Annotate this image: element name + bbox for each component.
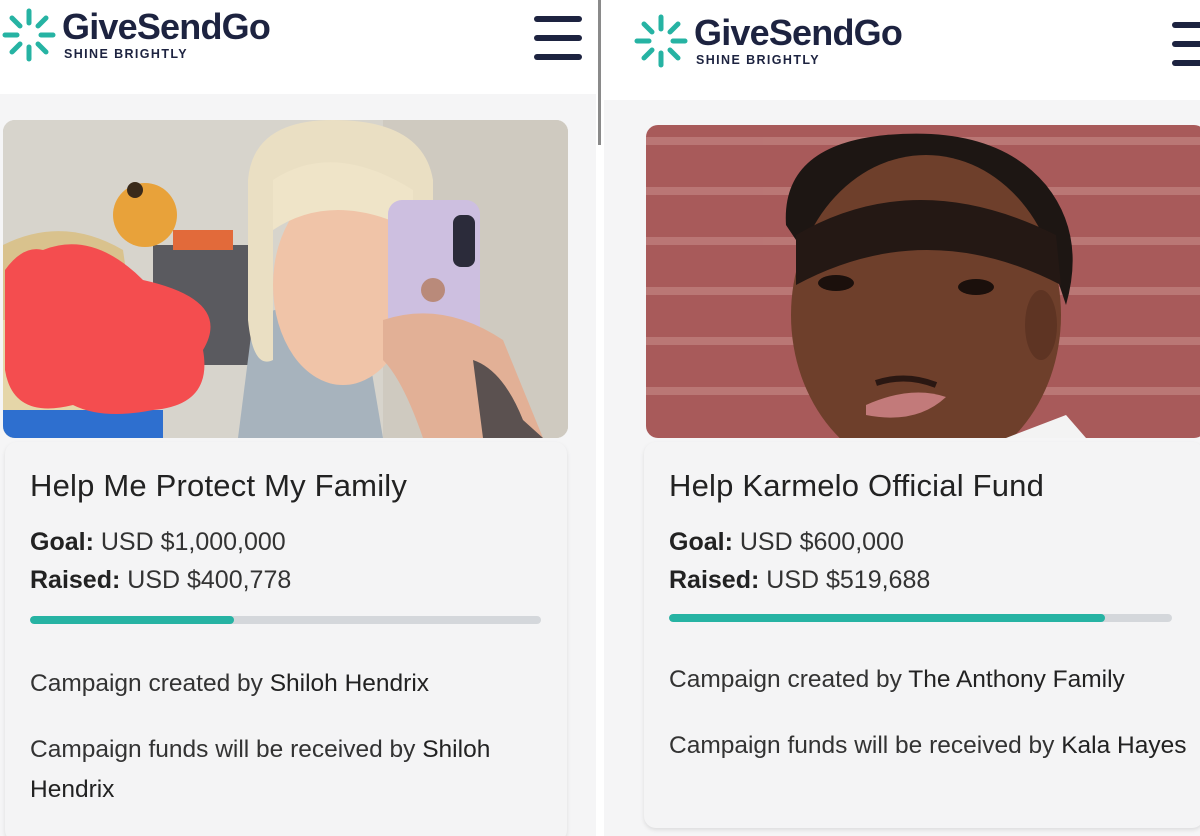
goal-label: Goal: bbox=[669, 528, 733, 556]
brand-name: GiveSendGo bbox=[62, 6, 271, 47]
raised-row: Raised: USD $519,688 bbox=[669, 566, 930, 595]
campaign-photo bbox=[3, 120, 568, 438]
screen-divider bbox=[596, 0, 604, 836]
scrollbar[interactable] bbox=[598, 0, 601, 145]
raised-row: Raised: USD $400,778 bbox=[30, 566, 291, 595]
goal-row: Goal: USD $600,000 bbox=[669, 528, 904, 557]
campaign-title[interactable]: Help Me Protect My Family bbox=[30, 468, 407, 504]
raised-label: Raised: bbox=[669, 566, 760, 594]
progress-fill bbox=[30, 616, 235, 624]
sparkle-logo-icon bbox=[2, 8, 56, 62]
creator-name: The Anthony Family bbox=[908, 666, 1125, 693]
raised-value: USD $400,778 bbox=[127, 566, 292, 594]
recipient-name: Kala Hayes bbox=[1061, 732, 1187, 759]
raised-value: USD $519,688 bbox=[766, 566, 931, 594]
site-header: GiveSendGo SHINE BRIGHTLY bbox=[604, 0, 1200, 100]
goal-row: Goal: USD $1,000,000 bbox=[30, 528, 286, 557]
creator-line: Campaign created by The Anthony Family bbox=[669, 660, 1189, 700]
creator-prefix: Campaign created by bbox=[30, 670, 263, 697]
progress-bar bbox=[669, 614, 1172, 622]
recipient-prefix: Campaign funds will be received by bbox=[30, 736, 416, 763]
goal-value: USD $600,000 bbox=[739, 528, 904, 556]
site-header: GiveSendGo SHINE BRIGHTLY bbox=[0, 0, 596, 94]
creator-line: Campaign created by Shiloh Hendrix bbox=[30, 664, 550, 704]
creator-prefix: Campaign created by bbox=[669, 666, 902, 693]
progress-bar bbox=[30, 616, 541, 624]
left-screen: GiveSendGo SHINE BRIGHTLY Help Me Protec… bbox=[0, 0, 596, 836]
recipient-prefix: Campaign funds will be received by bbox=[669, 732, 1055, 759]
recipient-line: Campaign funds will be received by Kala … bbox=[669, 726, 1189, 766]
goal-value: USD $1,000,000 bbox=[100, 528, 286, 556]
brand-name: GiveSendGo bbox=[694, 12, 903, 53]
hamburger-menu-icon[interactable] bbox=[1172, 22, 1200, 66]
hamburger-menu-icon[interactable] bbox=[534, 16, 582, 60]
creator-name: Shiloh Hendrix bbox=[269, 670, 430, 697]
right-screen: GiveSendGo SHINE BRIGHTLY Help Karmelo O… bbox=[604, 0, 1200, 836]
recipient-line: Campaign funds will be received by Shilo… bbox=[30, 730, 550, 810]
campaign-title[interactable]: Help Karmelo Official Fund bbox=[669, 468, 1044, 504]
progress-fill bbox=[669, 614, 1105, 622]
givesendgo-logo[interactable]: GiveSendGo SHINE BRIGHTLY bbox=[0, 6, 271, 64]
brand-tagline: SHINE BRIGHTLY bbox=[696, 53, 821, 67]
goal-label: Goal: bbox=[30, 528, 94, 556]
sparkle-logo-icon bbox=[634, 14, 688, 68]
campaign-photo bbox=[646, 125, 1200, 438]
givesendgo-logo[interactable]: GiveSendGo SHINE BRIGHTLY bbox=[632, 12, 903, 70]
campaign-card[interactable]: Help Karmelo Official Fund Goal: USD $60… bbox=[644, 442, 1200, 828]
campaign-card[interactable]: Help Me Protect My Family Goal: USD $1,0… bbox=[5, 442, 567, 836]
raised-label: Raised: bbox=[30, 566, 121, 594]
brand-tagline: SHINE BRIGHTLY bbox=[64, 47, 189, 61]
